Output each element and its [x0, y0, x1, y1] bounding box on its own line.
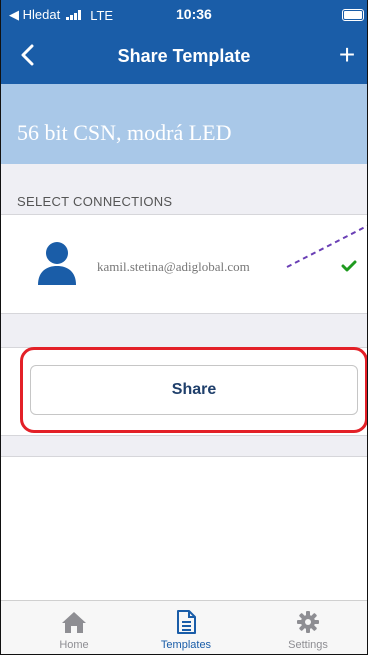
- tab-label: Home: [59, 639, 89, 651]
- add-button[interactable]: +: [333, 40, 361, 70]
- tab-home[interactable]: Home: [13, 601, 135, 654]
- tab-label: Settings: [288, 639, 328, 651]
- tab-templates[interactable]: Templates: [125, 601, 247, 654]
- navigation-bar: ◀ Hledat LTE 10:36 Share Template +: [1, 0, 367, 84]
- battery-icon: [342, 9, 364, 21]
- clock: 10:36: [176, 6, 212, 22]
- template-header: 56 bit CSN, modrá LED: [1, 84, 367, 164]
- share-button[interactable]: Share: [30, 365, 358, 415]
- spacer: [1, 436, 367, 456]
- spacer: [1, 314, 367, 348]
- signal-icon: [66, 10, 82, 20]
- tab-label: Templates: [160, 639, 212, 651]
- home-icon: [62, 612, 86, 633]
- section-header: SELECT CONNECTIONS: [1, 164, 367, 214]
- carrier-info: ◀ Hledat LTE: [9, 7, 113, 23]
- network-label: LTE: [90, 7, 114, 23]
- template-name: 56 bit CSN, modrá LED: [17, 120, 232, 145]
- connection-email: kamil.stetina@adiglobal.com: [97, 259, 250, 274]
- section-label: SELECT CONNECTIONS: [17, 194, 173, 209]
- divider: [1, 456, 367, 457]
- tab-bar: Home Templates Settings: [1, 600, 367, 654]
- carrier-label: ◀ Hledat: [9, 7, 61, 22]
- document-icon: [177, 610, 196, 634]
- app-screen: ◀ Hledat LTE 10:36 Share Template + 56 b…: [0, 0, 368, 655]
- tab-settings[interactable]: Settings: [247, 601, 367, 654]
- plus-icon: +: [338, 39, 356, 70]
- user-avatar-icon: [38, 242, 76, 285]
- status-bar: ◀ Hledat LTE 10:36: [1, 0, 367, 30]
- annotation-arrow-line: [286, 224, 367, 268]
- gear-icon: [297, 611, 319, 633]
- page-title: Share Template: [117, 46, 251, 66]
- share-row: Share: [1, 348, 367, 436]
